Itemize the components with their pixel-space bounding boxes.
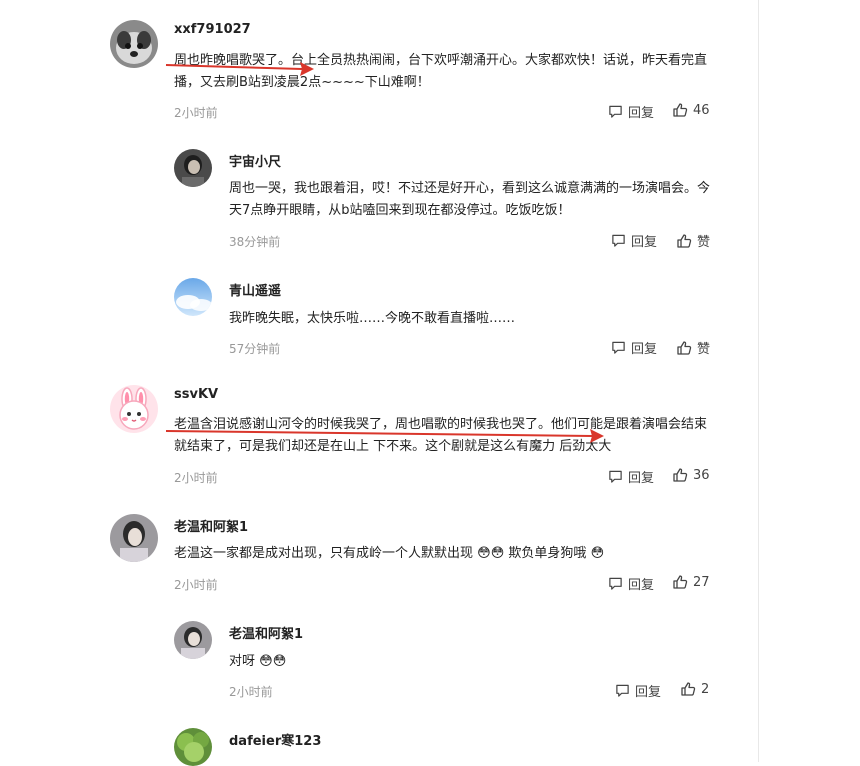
username[interactable]: 老温和阿絮1 [229,623,303,642]
reply-button[interactable]: 回复 [611,338,657,357]
avatar[interactable] [174,149,212,187]
like-count: 27 [693,574,710,590]
thumbs-up-icon [677,340,692,355]
comment-time: 2小时前 [174,471,218,485]
annotation-arrow [165,429,604,443]
comment-time: 2小时前 [174,106,218,120]
comment-text: 老温这一家都是成对出现，只有成岭一个人默默出现 😳😳 欺负单身狗哦 😳 [174,543,712,565]
reply-label: 回复 [628,106,655,121]
flushed-face-icon: 😳 [272,654,287,669]
reply-label: 回复 [628,578,655,593]
like-count: 36 [693,467,710,483]
like-label: 赞 [697,235,711,250]
comment-time: 38分钟前 [229,235,281,249]
comment-text-part: 老温这一家都是成对出现，只有成岭一个人默默出现 [174,546,474,561]
like-button[interactable]: 27 [672,574,710,590]
thumbs-up-icon [673,575,688,589]
username[interactable]: xxf791027 [174,22,251,37]
flushed-face-icon: 😳 [477,546,491,561]
username[interactable]: ssvKV [174,387,218,402]
comment-icon [609,105,622,118]
comment-text: 我昨晚失眠，太快乐啦……今晚不敢看直播啦…… [229,311,516,326]
comment-text: 周也一哭，我也跟着泪，哎！不过还是好开心，看到这么诚意满满的一场演唱会。今天7点… [229,181,711,218]
like-button[interactable]: 36 [672,467,710,483]
reply-label: 回复 [631,235,658,250]
comment-icon [616,684,629,697]
username[interactable]: dafeier寒123 [229,730,321,749]
reply-button[interactable]: 回复 [608,574,654,593]
like-label: 赞 [697,342,711,357]
comment-time: 57分钟前 [229,342,281,356]
comment-text-part: 欺负单身狗哦 [508,546,587,561]
reply-button[interactable]: 回复 [615,681,661,700]
like-count: 2 [701,681,710,697]
content-right-border [758,0,759,762]
like-count: 46 [693,102,710,118]
avatar[interactable] [174,621,212,659]
thumbs-up-icon [673,103,688,117]
like-button[interactable]: 赞 [676,231,710,250]
avatar[interactable] [174,728,212,766]
comment-text-part: 对呀 [229,654,256,669]
reply-label: 回复 [635,685,662,700]
annotation-arrow [165,62,314,76]
comment-icon [609,470,622,483]
like-button[interactable]: 赞 [676,338,710,357]
like-button[interactable]: 2 [680,681,709,697]
username[interactable]: 老温和阿絮1 [174,516,248,535]
comment-icon [612,234,625,247]
thumbs-up-icon [681,682,696,696]
comment-icon [609,577,622,590]
thumbs-up-icon [673,468,688,482]
comment-icon [612,341,625,354]
reply-label: 回复 [628,471,655,486]
flushed-face-icon: 😳 [590,546,605,561]
avatar[interactable] [110,514,158,562]
reply-label: 回复 [631,342,658,357]
avatar[interactable] [110,20,158,68]
avatar[interactable] [174,278,212,316]
thumbs-up-icon [677,233,692,248]
username[interactable]: 青山遥遥 [229,280,281,299]
like-button[interactable]: 46 [672,102,710,118]
reply-button[interactable]: 回复 [608,467,654,486]
flushed-face-icon: 😳 [490,546,505,561]
flushed-face-icon: 😳 [259,654,273,669]
avatar[interactable] [110,385,158,433]
reply-button[interactable]: 回复 [608,102,654,121]
comment-time: 2小时前 [174,578,218,592]
reply-button[interactable]: 回复 [611,231,657,250]
username[interactable]: 宇宙小尺 [229,151,281,170]
comment-time: 2小时前 [229,685,273,699]
comment-text: 对呀 😳😳 [229,651,713,673]
